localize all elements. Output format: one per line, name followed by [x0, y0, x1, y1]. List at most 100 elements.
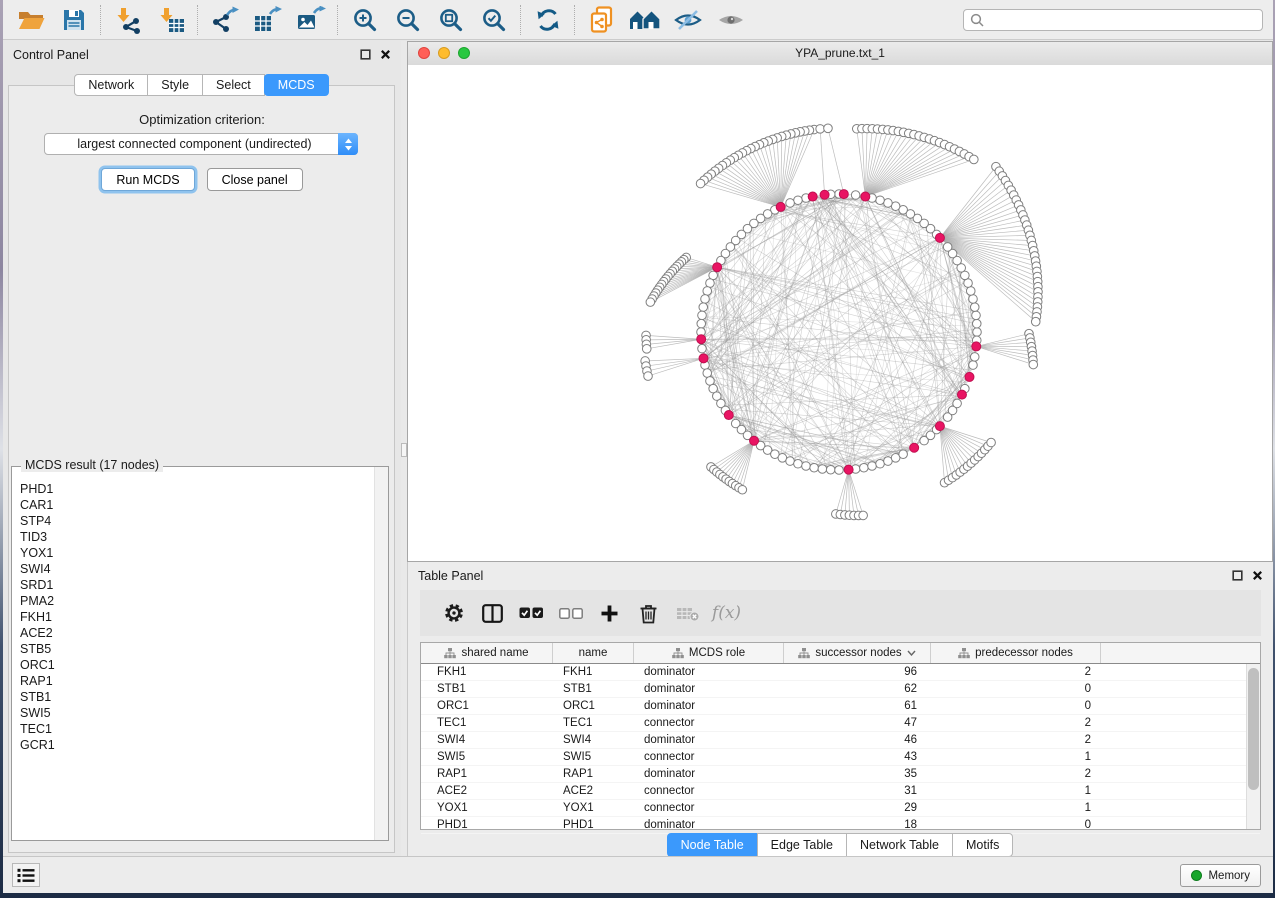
table-row[interactable]: RAP1RAP1dominator352 [421, 766, 1260, 783]
table-row[interactable]: YOX1YOX1connector291 [421, 800, 1260, 817]
table-cell: connector [634, 715, 784, 731]
tab-network[interactable]: Network [74, 74, 148, 96]
column-header-shared-name[interactable]: shared name [421, 643, 553, 663]
export-image-button[interactable] [289, 3, 332, 37]
select-all-columns-button[interactable] [512, 595, 551, 631]
table-cell: 0 [931, 817, 1101, 833]
mcds-result-item[interactable]: TEC1 [20, 721, 374, 737]
zoom-selected-button[interactable] [472, 3, 515, 37]
tab-edge-table[interactable]: Edge Table [757, 833, 847, 857]
mcds-result-item[interactable]: PHD1 [20, 481, 374, 497]
duplicate-network-button[interactable] [580, 3, 623, 37]
table-cell: 0 [931, 681, 1101, 697]
add-column-button[interactable] [590, 595, 629, 631]
export-table-button[interactable] [246, 3, 289, 37]
control-panel-tabs: NetworkStyleSelectMCDS [3, 74, 401, 96]
split-columns-button[interactable] [473, 595, 512, 631]
close-panel-icon[interactable] [1252, 570, 1263, 581]
delete-columns-button[interactable] [629, 595, 668, 631]
mcds-result-item[interactable]: PMA2 [20, 593, 374, 609]
mcds-result-item[interactable]: RAP1 [20, 673, 374, 689]
duplicate-network-icon [588, 5, 615, 34]
table-row[interactable]: ACE2ACE2connector311 [421, 783, 1260, 800]
table-row[interactable]: ORC1ORC1dominator610 [421, 698, 1260, 715]
table-cell: ACE2 [553, 783, 634, 799]
mcds-result-item[interactable]: YOX1 [20, 545, 374, 561]
table-row[interactable]: FKH1FKH1dominator962 [421, 664, 1260, 681]
zoom-in-button[interactable] [343, 3, 386, 37]
close-panel-icon[interactable] [380, 49, 391, 60]
mcds-result-item[interactable]: GCR1 [20, 737, 374, 753]
table-body: FKH1FKH1dominator962STB1STB1dominator620… [421, 664, 1260, 834]
tab-motifs[interactable]: Motifs [952, 833, 1013, 857]
tab-style[interactable]: Style [147, 74, 203, 96]
save-button[interactable] [52, 3, 95, 37]
zoom-fit-icon [438, 7, 464, 33]
column-header-successor-nodes[interactable]: successor nodes [784, 643, 931, 663]
refresh-button[interactable] [526, 3, 569, 37]
hide-selected-button[interactable] [666, 3, 709, 37]
zoom-out-button[interactable] [386, 3, 429, 37]
deselect-all-columns-button[interactable] [551, 595, 590, 631]
search-box[interactable] [963, 9, 1263, 31]
table-scrollbar-thumb[interactable] [1248, 668, 1259, 790]
column-header-predecessor-nodes[interactable]: predecessor nodes [931, 643, 1101, 663]
table-row[interactable]: TEC1TEC1connector472 [421, 715, 1260, 732]
mcds-result-item[interactable]: SWI5 [20, 705, 374, 721]
close-panel-button[interactable]: Close panel [207, 168, 303, 191]
import-network-button[interactable] [106, 3, 149, 37]
network-window-titlebar[interactable]: YPA_prune.txt_1 [408, 42, 1272, 66]
table-cell: 1 [931, 783, 1101, 799]
run-mcds-button[interactable]: Run MCDS [101, 168, 194, 191]
node-table[interactable]: shared namenameMCDS rolesuccessor nodesp… [420, 642, 1261, 830]
function-builder-button[interactable]: f(x) [707, 595, 746, 631]
zoom-fit-button[interactable] [429, 3, 472, 37]
mcds-result-item[interactable]: STB1 [20, 689, 374, 705]
mcds-result-item[interactable]: ACE2 [20, 625, 374, 641]
tab-network-table[interactable]: Network Table [846, 833, 953, 857]
mcds-result-item[interactable]: ORC1 [20, 657, 374, 673]
mcds-result-list[interactable]: PHD1CAR1STP4TID3YOX1SWI4SRD1PMA2FKH1ACE2… [13, 473, 374, 839]
table-row[interactable]: SWI4SWI4dominator462 [421, 732, 1260, 749]
memory-button[interactable]: Memory [1180, 864, 1261, 887]
mcds-result-item[interactable]: FKH1 [20, 609, 374, 625]
optimization-criterion-dropdown[interactable]: largest connected component (undirected) [44, 133, 358, 155]
column-header-mcds-role[interactable]: MCDS role [634, 643, 784, 663]
mcds-result-item[interactable]: SRD1 [20, 577, 374, 593]
mcds-result-item[interactable]: STB5 [20, 641, 374, 657]
show-all-button[interactable] [709, 3, 752, 37]
float-panel-icon[interactable] [360, 49, 371, 60]
search-input[interactable] [989, 12, 1256, 28]
table-scrollbar-track[interactable] [1246, 664, 1260, 829]
table-row[interactable]: SWI5SWI5connector431 [421, 749, 1260, 766]
network-canvas[interactable] [408, 65, 1272, 561]
mcds-result-item[interactable]: SWI4 [20, 561, 374, 577]
tab-mcds[interactable]: MCDS [264, 74, 329, 96]
open-button[interactable] [9, 3, 52, 37]
mcds-result-item[interactable]: CAR1 [20, 497, 374, 513]
delete-table-button[interactable] [668, 595, 707, 631]
column-header-name[interactable]: name [553, 643, 634, 663]
mcds-result-item[interactable]: STP4 [20, 513, 374, 529]
export-network-button[interactable] [203, 3, 246, 37]
trash-icon [639, 603, 658, 624]
task-history-button[interactable] [12, 863, 40, 887]
tab-select[interactable]: Select [202, 74, 265, 96]
table-cell: PHD1 [553, 817, 634, 833]
float-panel-icon[interactable] [1232, 570, 1243, 581]
main-toolbar [3, 0, 1273, 40]
table-row[interactable]: PHD1PHD1dominator180 [421, 817, 1260, 834]
table-row[interactable]: STB1STB1dominator620 [421, 681, 1260, 698]
import-table-icon [156, 6, 186, 34]
application-window: Control Panel NetworkStyleSelectMCDS Opt… [3, 0, 1273, 893]
mcds-result-item[interactable]: TID3 [20, 529, 374, 545]
import-table-button[interactable] [149, 3, 192, 37]
tab-node-table[interactable]: Node Table [667, 833, 758, 857]
status-bar: Memory [3, 856, 1273, 893]
result-scrollbar-track[interactable] [374, 467, 388, 840]
table-settings-button[interactable] [434, 595, 473, 631]
first-neighbors-button[interactable] [623, 3, 666, 37]
table-cell: dominator [634, 681, 784, 697]
sort-chevron-icon[interactable] [907, 650, 916, 656]
table-cell: TEC1 [553, 715, 634, 731]
